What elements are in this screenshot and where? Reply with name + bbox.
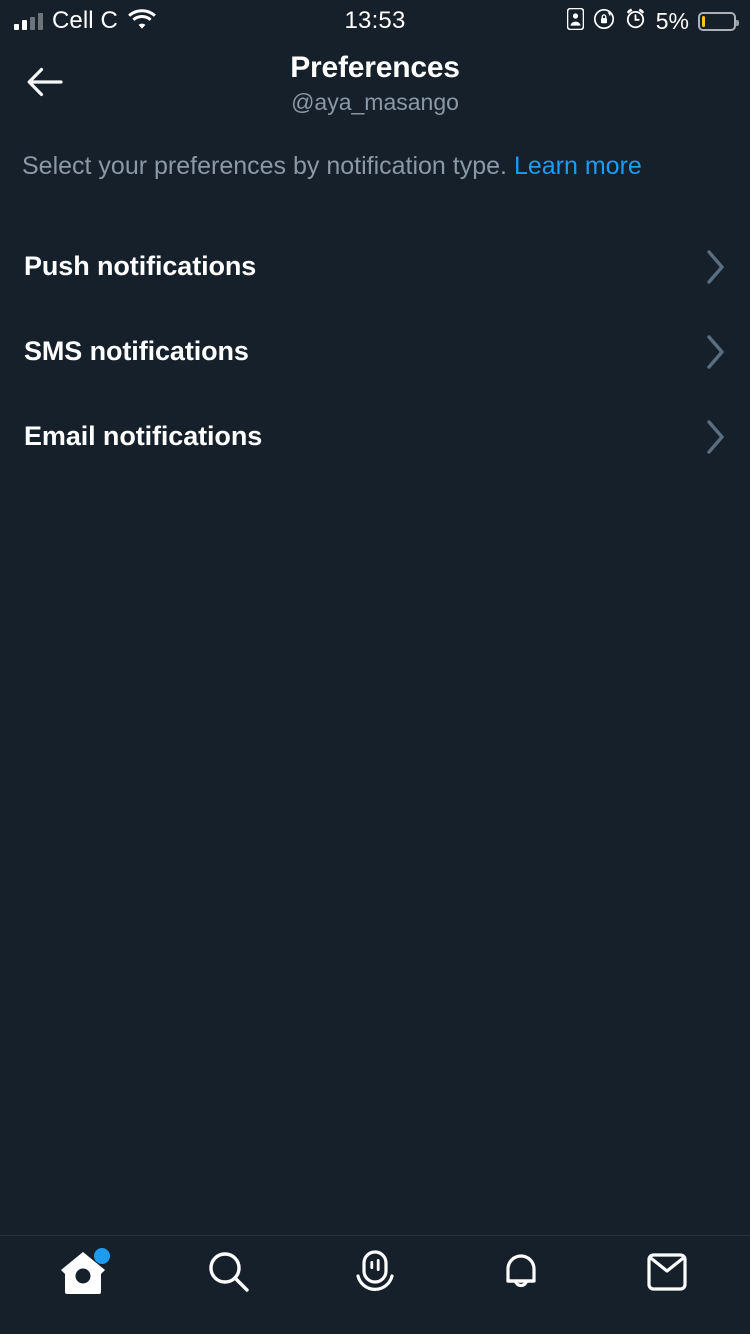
tab-messages[interactable] [594,1236,740,1312]
row-email-notifications[interactable]: Email notifications [0,394,750,479]
tab-search[interactable] [156,1236,302,1312]
bell-icon [499,1248,543,1301]
preferences-list: Push notifications SMS notifications Ema… [0,182,750,1235]
bottom-tab-bar [0,1235,750,1334]
envelope-icon [644,1250,690,1299]
cellular-signal-icon [14,12,43,30]
back-button[interactable] [16,56,72,112]
app-screen: Cell C 13:53 5% Preferences @aya_masango… [0,0,750,1334]
learn-more-link[interactable]: Learn more [514,152,642,180]
row-sms-notifications[interactable]: SMS notifications [0,309,750,394]
page-header: Preferences @aya_masango [0,42,750,126]
rotation-lock-icon [593,8,615,35]
back-arrow-icon [25,66,63,103]
row-label: SMS notifications [24,336,249,366]
wifi-icon [127,8,157,35]
battery-percent-label: 5% [655,7,689,34]
chevron-right-icon [704,417,728,457]
row-label: Push notifications [24,251,257,281]
header-titles: Preferences @aya_masango [0,44,750,117]
status-bar-right: 5% [566,0,739,42]
description-sentence: Select your preferences by notification … [22,152,507,180]
tab-home[interactable] [10,1236,156,1312]
tab-spaces[interactable] [302,1236,448,1312]
page-subtitle-handle: @aya_masango [291,89,459,115]
alarm-clock-icon [624,7,647,35]
battery-icon [698,11,739,31]
portrait-orientation-badge-icon [566,7,585,35]
description-text: Select your preferences by notification … [0,126,750,182]
home-unread-badge [94,1248,110,1264]
carrier-label: Cell C [52,7,118,34]
status-bar: Cell C 13:53 5% [0,0,750,42]
chevron-right-icon [704,332,728,372]
chevron-right-icon [704,247,728,287]
row-label: Email notifications [24,421,263,451]
search-icon [206,1249,252,1300]
battery-level-fill [702,15,705,27]
page-title: Preferences [290,51,460,84]
spaces-microphone-icon [352,1248,398,1301]
status-bar-left: Cell C [14,7,157,35]
clock-label: 13:53 [344,7,406,34]
tab-notifications[interactable] [448,1236,594,1312]
row-push-notifications[interactable]: Push notifications [0,224,750,309]
